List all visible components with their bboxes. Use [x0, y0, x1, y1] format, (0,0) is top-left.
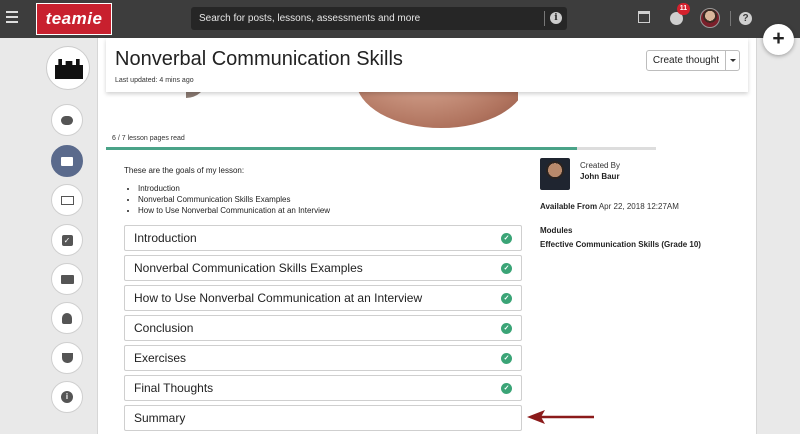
trophy-icon	[61, 353, 73, 363]
goal-item: Nonverbal Communication Skills Examples	[138, 194, 330, 205]
section-examples[interactable]: Nonverbal Communication Skills Examples ✓	[124, 255, 522, 281]
section-title: Conclusion	[134, 321, 194, 335]
lesson-header: Nonverbal Communication Skills Last upda…	[106, 38, 748, 92]
rail-button-posts[interactable]	[51, 104, 83, 136]
rail-button-lessons[interactable]	[51, 145, 83, 177]
annotation-arrow-icon	[527, 410, 594, 424]
checkbox-icon: ✓	[61, 234, 73, 246]
section-title: Introduction	[134, 231, 197, 245]
castle-icon	[55, 59, 83, 79]
search-info-icon[interactable]: i	[550, 12, 562, 24]
help-icon[interactable]: ?	[739, 12, 752, 25]
modules-label: Modules	[540, 226, 573, 235]
progress-bar	[106, 147, 656, 150]
section-title: How to Use Nonverbal Communication at an…	[134, 291, 423, 305]
lesson-banner-image	[186, 92, 518, 130]
section-title: Final Thoughts	[134, 381, 214, 395]
user-avatar[interactable]	[700, 8, 720, 28]
section-title: Summary	[134, 411, 186, 425]
page-title: Nonverbal Communication Skills	[115, 48, 403, 70]
section-title: Nonverbal Communication Skills Examples	[134, 261, 363, 275]
goals-intro: These are the goals of my lesson:	[124, 166, 245, 175]
hamburger-menu-icon[interactable]	[6, 11, 18, 27]
notifications-badge: 11	[677, 3, 690, 15]
banner-handshake	[356, 92, 518, 128]
logo-text: teamie	[45, 9, 103, 28]
user-icon	[62, 312, 72, 324]
search-input[interactable]: Search for posts, lessons, assessments a…	[191, 7, 567, 30]
available-from-value: Apr 22, 2018 12:27AM	[598, 202, 679, 211]
goal-item: How to Use Nonverbal Communication at an…	[138, 205, 330, 216]
check-circle-icon: ✓	[501, 263, 512, 274]
info-icon: i	[61, 391, 73, 403]
section-summary[interactable]: Summary	[124, 405, 522, 431]
available-from-label: Available From	[540, 202, 598, 211]
author-photo[interactable]	[540, 158, 570, 190]
rail-button-users[interactable]	[51, 302, 83, 334]
left-rail: ✓ i	[38, 38, 96, 434]
check-circle-icon: ✓	[501, 233, 512, 244]
goal-item: Introduction	[138, 183, 330, 194]
add-button[interactable]: +	[763, 24, 794, 55]
create-thought-button[interactable]: Create thought	[646, 50, 726, 71]
search-divider	[544, 11, 545, 26]
create-thought-dropdown-icon[interactable]	[725, 50, 740, 71]
rail-button-cards[interactable]	[51, 184, 83, 216]
calendar-icon[interactable]	[638, 11, 650, 23]
available-from: Available From Apr 22, 2018 12:27AM	[540, 202, 679, 211]
top-bar: teamie Search for posts, lessons, assess…	[0, 0, 800, 38]
check-circle-icon: ✓	[501, 323, 512, 334]
goals-list: Introduction Nonverbal Communication Ski…	[138, 183, 330, 216]
lesson-sections: Introduction ✓ Nonverbal Communication Sk…	[124, 225, 522, 434]
section-introduction[interactable]: Introduction ✓	[124, 225, 522, 251]
last-updated: Last updated: 4 mins ago	[115, 77, 194, 84]
folder-icon	[61, 156, 73, 166]
created-by-label: Created By	[580, 161, 621, 170]
check-circle-icon: ✓	[501, 293, 512, 304]
search-placeholder: Search for posts, lessons, assessments a…	[199, 13, 421, 24]
section-exercises[interactable]: Exercises ✓	[124, 345, 522, 371]
teamie-logo[interactable]: teamie	[36, 3, 112, 35]
section-title: Exercises	[134, 351, 187, 365]
progress-label: 6 / 7 lesson pages read	[112, 135, 185, 142]
section-interview[interactable]: How to Use Nonverbal Communication at an…	[124, 285, 522, 311]
progress-fill	[106, 147, 578, 150]
classroom-avatar[interactable]	[46, 46, 90, 90]
rail-button-display[interactable]	[51, 263, 83, 295]
monitor-icon	[60, 274, 74, 284]
check-circle-icon: ✓	[501, 353, 512, 364]
rail-button-achievements[interactable]	[51, 342, 83, 374]
check-circle-icon: ✓	[501, 383, 512, 394]
author-name[interactable]: John Baur	[580, 172, 620, 181]
rail-button-info[interactable]: i	[51, 381, 83, 413]
section-final-thoughts[interactable]: Final Thoughts ✓	[124, 375, 522, 401]
topbar-divider	[730, 11, 731, 26]
section-conclusion[interactable]: Conclusion ✓	[124, 315, 522, 341]
id-card-icon	[60, 195, 74, 205]
module-name[interactable]: Effective Communication Skills (Grade 10…	[540, 240, 701, 249]
rail-button-assessments[interactable]: ✓	[51, 224, 83, 256]
banner-hand-left	[186, 92, 206, 98]
chat-bubble-icon	[61, 115, 73, 125]
